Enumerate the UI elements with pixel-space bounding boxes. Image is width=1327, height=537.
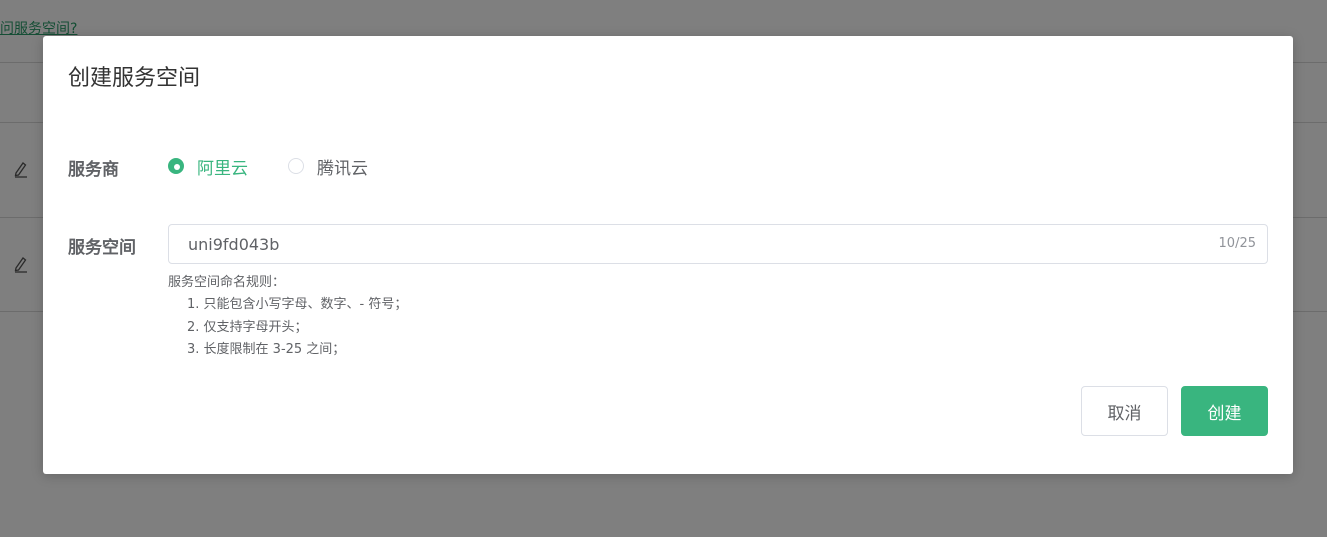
space-name-field[interactable]: 10/25 [168,224,1268,264]
radio-aliyun[interactable]: 阿里云 [168,154,248,179]
naming-rule-item: 2. 仅支持字母开头； [187,320,308,335]
radio-tencent-label: 腾讯云 [317,158,368,179]
radio-checked-icon [168,158,184,174]
cancel-button[interactable]: 取消 [1081,386,1168,436]
create-button[interactable]: 创建 [1181,386,1268,436]
char-count: 10/25 [1218,236,1256,251]
radio-aliyun-label: 阿里云 [197,158,248,179]
create-space-dialog: 创建服务空间 服务商 阿里云 腾讯云 服务空间 10/25 服务空间命名规则： … [43,36,1293,474]
naming-rules-title: 服务空间命名规则： [168,275,286,290]
radio-unchecked-icon [288,158,304,174]
space-label: 服务空间 [68,238,136,258]
naming-rule-item: 3. 长度限制在 3-25 之间； [187,342,346,357]
dialog-title: 创建服务空间 [68,66,201,91]
naming-rule-item: 1. 只能包含小写字母、数字、- 符号； [187,297,408,312]
provider-label: 服务商 [68,160,119,180]
radio-tencent[interactable]: 腾讯云 [288,154,368,179]
space-name-input[interactable] [169,225,1208,263]
